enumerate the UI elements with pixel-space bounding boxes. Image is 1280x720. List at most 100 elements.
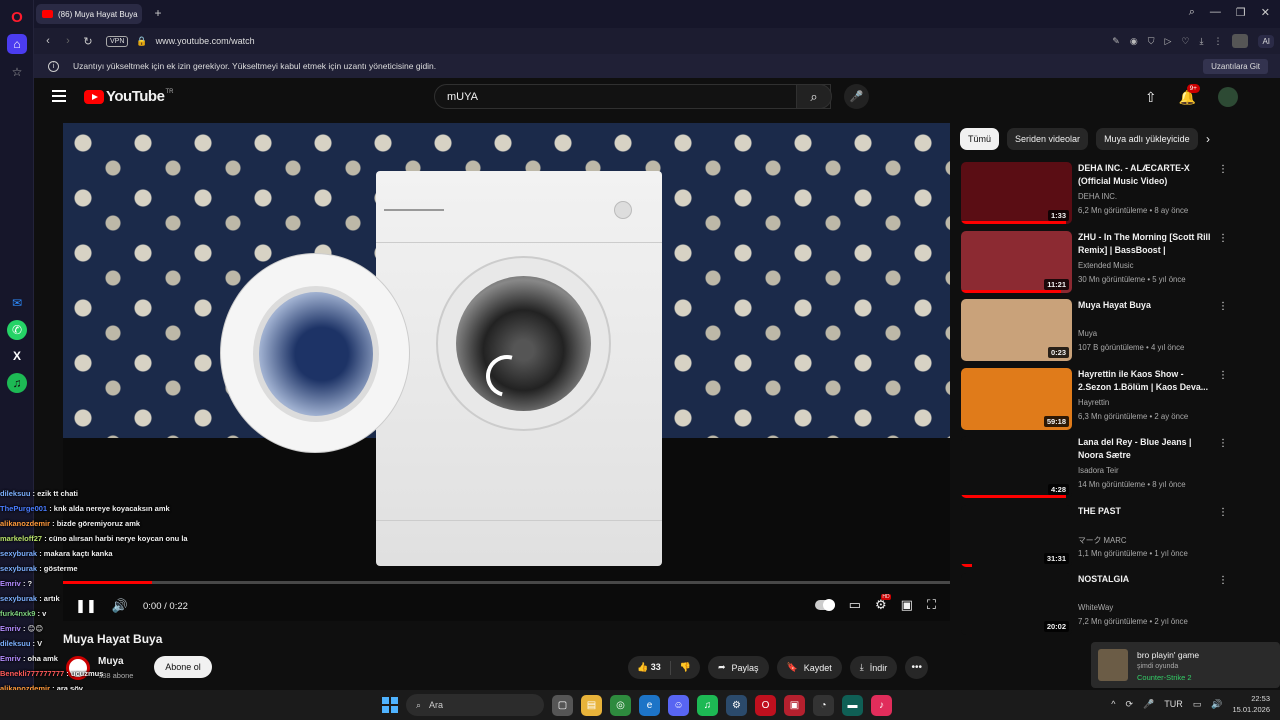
- opera-taskbar-icon[interactable]: O: [755, 694, 776, 716]
- theater-mode-icon[interactable]: ▣: [901, 597, 913, 613]
- star-icon[interactable]: ☆: [7, 62, 27, 82]
- recommendation-title[interactable]: ZHU - In The Morning [Scott Rill Remix] …: [1078, 231, 1214, 257]
- youtube-logo[interactable]: YouTube TR: [84, 88, 173, 105]
- recommendation-title[interactable]: THE PAST: [1078, 505, 1214, 518]
- app-red-icon[interactable]: ▣: [784, 694, 805, 716]
- speaker-icon[interactable]: 🔊: [1211, 699, 1222, 710]
- taskbar-search[interactable]: ⌕ Ara: [406, 694, 544, 716]
- x-twitter-icon[interactable]: X: [7, 346, 27, 366]
- close-button[interactable]: ✕: [1261, 6, 1270, 19]
- chat-username[interactable]: dileksuu: [0, 639, 30, 648]
- url-field[interactable]: www.youtube.com/watch: [156, 36, 1113, 46]
- settings-gear-icon[interactable]: ⚙ HD: [875, 594, 891, 613]
- recommendation-channel[interactable]: Isadora Teir: [1078, 466, 1119, 475]
- edge-icon[interactable]: e: [639, 694, 660, 716]
- chrome-icon[interactable]: ◎: [610, 694, 631, 716]
- chip-uploader[interactable]: Muya adlı yükleyicide: [1096, 128, 1198, 150]
- clock[interactable]: 22:53 15.01.2026: [1232, 693, 1270, 715]
- recommendation-item[interactable]: 31:31 THE PAST マーク MARC 1,1 Mn görüntüleme …: [961, 505, 1236, 569]
- chat-username[interactable]: dileksuu: [0, 489, 30, 498]
- autoplay-toggle[interactable]: [814, 599, 835, 611]
- network-icon[interactable]: ⟳: [1125, 699, 1133, 710]
- chat-username[interactable]: Emriv: [0, 624, 21, 633]
- download-button[interactable]: ⤓ İndir: [849, 656, 898, 679]
- reload-icon[interactable]: ↻: [78, 35, 98, 48]
- more-options-icon[interactable]: ⋮: [1218, 575, 1228, 586]
- more-actions-button[interactable]: •••: [905, 656, 929, 679]
- steam-icon[interactable]: ⚙: [726, 694, 747, 716]
- more-options-icon[interactable]: ⋮: [1218, 301, 1228, 312]
- lock-icon[interactable]: 🔒: [136, 36, 147, 47]
- like-button[interactable]: 👍 33: [628, 662, 670, 673]
- recommendation-item[interactable]: 4:28 Lana del Rey - Blue Jeans | Noora Sæ…: [961, 436, 1236, 500]
- recommendation-item[interactable]: 11:21 ZHU - In The Morning [Scott Rill Re…: [961, 231, 1236, 295]
- game-activity-popup[interactable]: bro playin' game şimdi oyunda Counter-St…: [1091, 642, 1280, 688]
- recommendation-item[interactable]: 1:33 DEHA INC. - ALÆCARTE-X (Official Mus…: [961, 162, 1236, 226]
- chip-all[interactable]: Tümü: [960, 128, 1000, 150]
- upload-icon[interactable]: ⇧: [1145, 89, 1157, 106]
- chat-username[interactable]: Benekli777777777: [0, 669, 64, 678]
- heart-icon[interactable]: ♡: [1181, 36, 1189, 47]
- recommendation-title[interactable]: Hayrettin ile Kaos Show - 2.Sezon 1.Bölü…: [1078, 368, 1214, 393]
- chat-username[interactable]: Emriv: [0, 579, 21, 588]
- go-to-extensions-button[interactable]: Uzantılara Git: [1203, 58, 1268, 74]
- recommendation-channel[interactable]: DEHA INC.: [1078, 192, 1117, 201]
- recommendation-thumbnail[interactable]: 31:31: [961, 505, 1072, 567]
- edit-icon[interactable]: ✎: [1112, 36, 1120, 47]
- search-input[interactable]: mUYA ✕: [434, 84, 831, 109]
- more-options-icon[interactable]: ⋮: [1218, 507, 1228, 518]
- file-explorer-icon[interactable]: ▤: [581, 694, 602, 716]
- chevron-up-icon[interactable]: ^: [1111, 699, 1115, 709]
- notifications-bell-icon[interactable]: 🔔 9+: [1179, 83, 1200, 106]
- display-icon[interactable]: ▭: [1193, 699, 1202, 710]
- more-options-icon[interactable]: ⋮: [1218, 164, 1228, 175]
- recommendation-channel[interactable]: WhiteWay: [1078, 603, 1113, 612]
- search-tabs-icon[interactable]: ⌕: [1189, 6, 1195, 19]
- chat-username[interactable]: sexyburak: [0, 549, 37, 558]
- more-options-icon[interactable]: ⋮: [1218, 370, 1228, 381]
- play-icon[interactable]: ▷: [1164, 36, 1171, 47]
- home-icon[interactable]: ⌂: [7, 34, 27, 54]
- chevron-right-icon[interactable]: ›: [1206, 132, 1210, 146]
- spotify-taskbar-icon[interactable]: ♫: [697, 694, 718, 716]
- messenger-icon[interactable]: ✉: [7, 293, 27, 313]
- recommendation-title[interactable]: Lana del Rey - Blue Jeans | Noora Sætre: [1078, 436, 1214, 461]
- vpn-badge[interactable]: VPN: [106, 35, 129, 47]
- recommendation-title[interactable]: Muya Hayat Buya: [1078, 299, 1214, 312]
- shield-icon[interactable]: ⛉: [1148, 36, 1155, 47]
- app-gauge-icon[interactable]: ◔: [813, 694, 834, 716]
- discord-icon[interactable]: ☺: [668, 694, 689, 716]
- tab-youtube[interactable]: (86) Muya Hayat Buya: [36, 4, 142, 24]
- recommendation-thumbnail[interactable]: 4:28: [961, 436, 1072, 498]
- share-button[interactable]: ➦ Paylaş: [707, 656, 769, 679]
- chat-username[interactable]: markeloff27: [0, 534, 42, 543]
- chip-series[interactable]: Seriden videolar: [1007, 128, 1089, 150]
- recommendation-thumbnail[interactable]: 11:21: [961, 231, 1072, 293]
- opera-logo-icon[interactable]: O: [7, 7, 27, 27]
- tiktok-icon[interactable]: ♪: [871, 694, 892, 716]
- save-button[interactable]: 🔖 Kaydet: [776, 656, 842, 679]
- minimize-button[interactable]: —: [1210, 6, 1221, 19]
- chat-username[interactable]: alikanozdemir: [0, 519, 50, 528]
- chat-username[interactable]: Emriv: [0, 654, 21, 663]
- recommendation-title[interactable]: DEHA INC. - ALÆCARTE-X (Official Music V…: [1078, 162, 1214, 187]
- subtitles-icon[interactable]: ▭: [849, 597, 861, 613]
- recommendation-channel[interactable]: Hayrettin: [1078, 398, 1109, 407]
- recommendation-channel[interactable]: Muya: [1078, 329, 1097, 338]
- recommendation-item[interactable]: 20:02 NOSTALGIA WhiteWay 7,2 Mn görüntüleme…: [961, 573, 1236, 637]
- recommendation-channel[interactable]: Extended Music: [1078, 261, 1133, 270]
- chat-username[interactable]: sexyburak: [0, 564, 37, 573]
- app-terminal-icon[interactable]: ▬: [842, 694, 863, 716]
- recommendation-channel[interactable]: マーク MARC: [1078, 535, 1127, 546]
- chat-username[interactable]: furk4nxk9: [0, 609, 35, 618]
- profile-avatar[interactable]: [1232, 34, 1249, 48]
- recommendation-item[interactable]: 59:18 Hayrettin ile Kaos Show - 2.Sezon 1…: [961, 368, 1236, 432]
- menu-icon[interactable]: ⋮: [1213, 36, 1222, 47]
- fullscreen-icon[interactable]: ⛶: [927, 597, 936, 613]
- task-view-icon[interactable]: ▢: [552, 694, 573, 716]
- chat-username[interactable]: ThePurge001: [0, 504, 47, 513]
- recommendation-thumbnail[interactable]: 20:02: [961, 573, 1072, 635]
- search-button[interactable]: ⌕: [796, 84, 832, 109]
- back-icon[interactable]: ‹: [38, 35, 58, 47]
- recommendation-title[interactable]: NOSTALGIA: [1078, 573, 1214, 586]
